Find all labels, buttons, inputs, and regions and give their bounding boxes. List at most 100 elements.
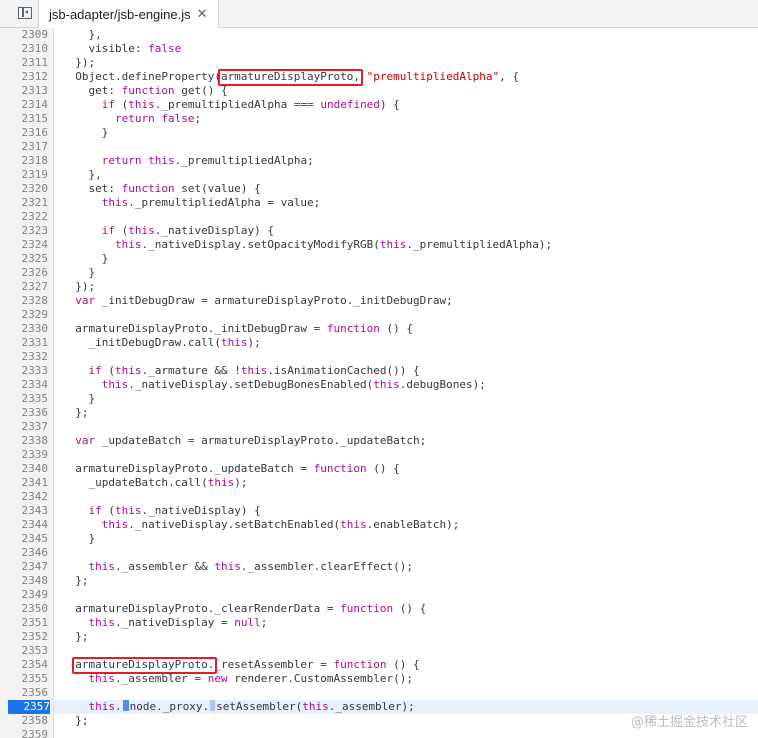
code-line[interactable]: 2338 var _updateBatch = armatureDisplayP…: [0, 434, 758, 448]
code-line[interactable]: 2323 if (this._nativeDisplay) {: [0, 224, 758, 238]
line-number[interactable]: 2346: [0, 546, 49, 560]
line-number[interactable]: 2354: [0, 658, 49, 672]
line-number[interactable]: 2309: [0, 28, 49, 42]
code-line[interactable]: 2330 armatureDisplayProto._initDebugDraw…: [0, 322, 758, 336]
line-number[interactable]: 2348: [0, 574, 49, 588]
code-line[interactable]: 2321 this._premultipliedAlpha = value;: [0, 196, 758, 210]
line-number[interactable]: 2327: [0, 280, 49, 294]
line-number[interactable]: 2315: [0, 112, 49, 126]
line-number[interactable]: 2319: [0, 168, 49, 182]
code-line[interactable]: 2349: [0, 588, 758, 602]
code-line[interactable]: 2320 set: function set(value) {: [0, 182, 758, 196]
code-line[interactable]: 2348 };: [0, 574, 758, 588]
code-line[interactable]: 2326 }: [0, 266, 758, 280]
line-number[interactable]: 2347: [0, 560, 49, 574]
code-line[interactable]: 2319 },: [0, 168, 758, 182]
line-number[interactable]: 2318: [0, 154, 49, 168]
line-number[interactable]: 2317: [0, 140, 49, 154]
line-number[interactable]: 2328: [0, 294, 49, 308]
line-number[interactable]: 2320: [0, 182, 49, 196]
line-number[interactable]: 2333: [0, 364, 49, 378]
line-number[interactable]: 2335: [0, 392, 49, 406]
line-number[interactable]: 2356: [0, 686, 49, 700]
file-tab[interactable]: jsb-adapter/jsb-engine.js ✕: [38, 0, 219, 28]
code-line[interactable]: 2352 };: [0, 630, 758, 644]
code-line[interactable]: 2355 this._assembler = new renderer.Cust…: [0, 672, 758, 686]
line-number[interactable]: 2314: [0, 98, 49, 112]
code-line[interactable]: 2316 }: [0, 126, 758, 140]
line-number[interactable]: 2329: [0, 308, 49, 322]
code-line[interactable]: 2351 this._nativeDisplay = null;: [0, 616, 758, 630]
code-line[interactable]: 2317: [0, 140, 758, 154]
code-line[interactable]: 2344 this._nativeDisplay.setBatchEnabled…: [0, 518, 758, 532]
line-number[interactable]: 2342: [0, 490, 49, 504]
code-line[interactable]: 2314 if (this._premultipliedAlpha === un…: [0, 98, 758, 112]
line-number[interactable]: 2340: [0, 462, 49, 476]
line-number[interactable]: 2351: [0, 616, 49, 630]
code-line[interactable]: 2311 });: [0, 56, 758, 70]
code-line[interactable]: 2343 if (this._nativeDisplay) {: [0, 504, 758, 518]
line-number[interactable]: 2349: [0, 588, 49, 602]
line-number[interactable]: 2337: [0, 420, 49, 434]
code-line[interactable]: 2340 armatureDisplayProto._updateBatch =…: [0, 462, 758, 476]
line-number[interactable]: 2353: [0, 644, 49, 658]
code-line[interactable]: 2341 _updateBatch.call(this);: [0, 476, 758, 490]
line-number[interactable]: 2322: [0, 210, 49, 224]
code-line[interactable]: 2331 _initDebugDraw.call(this);: [0, 336, 758, 350]
inline-breakpoint-icon[interactable]: [122, 700, 129, 711]
line-number[interactable]: 2331: [0, 336, 49, 350]
code-line[interactable]: 2353: [0, 644, 758, 658]
code-line[interactable]: 2333 if (this._armature && !this.isAnima…: [0, 364, 758, 378]
line-number[interactable]: 2343: [0, 504, 49, 518]
line-number[interactable]: 2311: [0, 56, 49, 70]
line-number[interactable]: 2339: [0, 448, 49, 462]
code-line[interactable]: 2322: [0, 210, 758, 224]
code-line[interactable]: 2356: [0, 686, 758, 700]
line-number[interactable]: 2352: [0, 630, 49, 644]
line-number[interactable]: 2313: [0, 84, 49, 98]
line-number[interactable]: 2312: [0, 70, 49, 84]
line-number[interactable]: 2332: [0, 350, 49, 364]
code-line[interactable]: 2313 get: function get() {: [0, 84, 758, 98]
code-line[interactable]: 2339: [0, 448, 758, 462]
line-number[interactable]: 2355: [0, 672, 49, 686]
line-number[interactable]: 2310: [0, 42, 49, 56]
line-number[interactable]: 2321: [0, 196, 49, 210]
code-line[interactable]: 2347 this._assembler && this._assembler.…: [0, 560, 758, 574]
line-number[interactable]: 2338: [0, 434, 49, 448]
toggle-navigator-icon[interactable]: [18, 7, 32, 19]
line-number[interactable]: 2344: [0, 518, 49, 532]
code-line[interactable]: 2324 this._nativeDisplay.setOpacityModif…: [0, 238, 758, 252]
line-number[interactable]: 2359: [0, 728, 49, 738]
inline-breakpoint-icon[interactable]: [210, 700, 216, 711]
code-line[interactable]: 2337: [0, 420, 758, 434]
code-line[interactable]: 2325 }: [0, 252, 758, 266]
line-number[interactable]: 2324: [0, 238, 49, 252]
line-number[interactable]: 2316: [0, 126, 49, 140]
code-line[interactable]: 2328 var _initDebugDraw = armatureDispla…: [0, 294, 758, 308]
line-number[interactable]: 2336: [0, 406, 49, 420]
code-line[interactable]: 2346: [0, 546, 758, 560]
line-number[interactable]: 2326: [0, 266, 49, 280]
code-line[interactable]: 2332: [0, 350, 758, 364]
line-number[interactable]: 2341: [0, 476, 49, 490]
line-number[interactable]: 2350: [0, 602, 49, 616]
code-line[interactable]: 2342: [0, 490, 758, 504]
source-code-editor[interactable]: 2309 }, 2310 visible: false 2311 }); 2312 O…: [0, 28, 758, 738]
line-number[interactable]: 2357: [8, 700, 50, 714]
code-line[interactable]: 2345 }: [0, 532, 758, 546]
line-number[interactable]: 2358: [0, 714, 49, 728]
code-line[interactable]: 2350 armatureDisplayProto._clearRenderDa…: [0, 602, 758, 616]
code-line[interactable]: 2327 });: [0, 280, 758, 294]
line-number[interactable]: 2345: [0, 532, 49, 546]
code-line[interactable]: 2315 return false;: [0, 112, 758, 126]
code-line[interactable]: 2309 },: [0, 28, 758, 42]
code-line[interactable]: 2329: [0, 308, 758, 322]
code-line[interactable]: 2318 return this._premultipliedAlpha;: [0, 154, 758, 168]
line-number[interactable]: 2325: [0, 252, 49, 266]
code-line[interactable]: 2334 this._nativeDisplay.setDebugBonesEn…: [0, 378, 758, 392]
code-line[interactable]: 2310 visible: false: [0, 42, 758, 56]
code-line[interactable]: 2312 Object.defineProperty(armatureDispl…: [0, 70, 758, 84]
line-number[interactable]: 2323: [0, 224, 49, 238]
line-number[interactable]: 2330: [0, 322, 49, 336]
